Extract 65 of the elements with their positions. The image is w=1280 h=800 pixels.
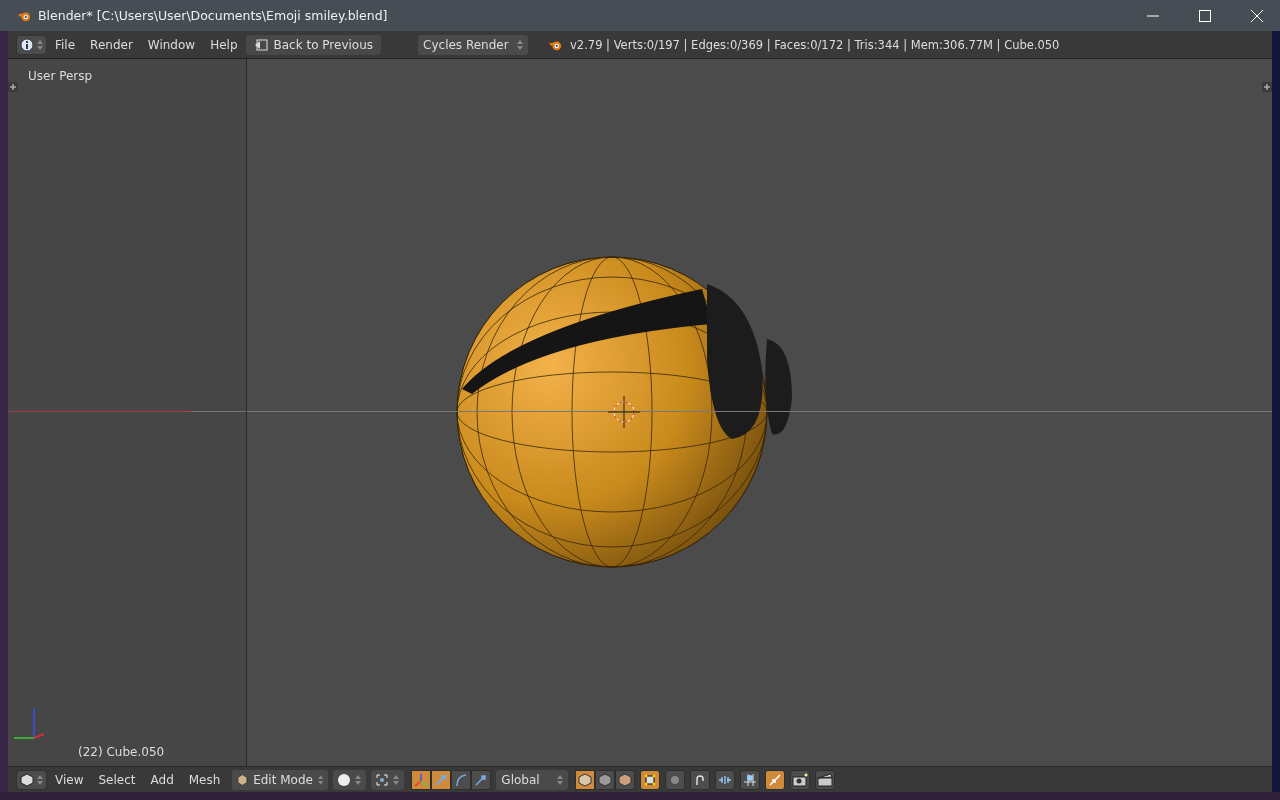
mode-dropdown[interactable]: Edit Mode — [232, 769, 329, 790]
snap-target-toggle[interactable] — [740, 769, 761, 790]
info-icon — [20, 37, 34, 52]
render-engine-dropdown[interactable]: Cycles Render — [418, 34, 529, 55]
close-icon — [1251, 9, 1263, 22]
scale-toggle[interactable] — [471, 769, 492, 790]
clapperboard-button[interactable] — [815, 769, 836, 790]
retopo-toggle[interactable] — [765, 769, 786, 790]
limit-selection-toggle[interactable] — [640, 769, 661, 790]
snap-element-toggle[interactable] — [715, 769, 736, 790]
up-down-arrows-icon — [37, 773, 43, 786]
plus-icon[interactable] — [8, 82, 18, 92]
menu-item[interactable]: File — [48, 35, 83, 54]
menu-item[interactable]: Select — [91, 770, 143, 789]
face-select-toggle[interactable] — [615, 769, 636, 790]
menu-item[interactable]: View — [48, 770, 91, 789]
camera-render-button[interactable] — [790, 769, 811, 790]
cube-icon — [20, 772, 34, 787]
square-vertices-icon — [643, 772, 658, 787]
cube-icon — [578, 772, 593, 787]
menu-item[interactable]: Add — [143, 770, 181, 789]
up-down-arrows-icon — [517, 38, 524, 51]
menu-item[interactable]: Help — [203, 35, 245, 54]
object-label: (22) Cube.050 — [78, 745, 165, 759]
shading-dropdown[interactable] — [333, 769, 367, 790]
vertex-select-toggle[interactable] — [575, 769, 596, 790]
edge-select-toggle[interactable] — [595, 769, 616, 790]
translate-toggle[interactable] — [431, 769, 452, 790]
minimize-icon — [1147, 14, 1159, 17]
cube-icon — [598, 772, 613, 787]
view-name-label: User Persp — [28, 69, 93, 83]
scale-icon — [474, 772, 489, 787]
clapperboard-icon — [817, 772, 834, 787]
axes-icon — [414, 772, 429, 787]
menu-item[interactable]: Render — [83, 35, 140, 54]
magnet-toggle[interactable] — [690, 769, 711, 790]
editor-type-button[interactable] — [16, 34, 47, 55]
manipulator-toggle[interactable] — [411, 769, 432, 790]
pivot-icon — [376, 773, 389, 786]
menu-item[interactable]: Mesh — [181, 770, 228, 789]
up-down-arrows-icon — [37, 38, 43, 51]
scene-stats: v2.79 | Verts:0/197 | Edges:0/369 | Faces:0/172 | Tris:344 | Mem:306.77M | Cube.050 — [570, 37, 1060, 52]
mesh-icon — [237, 772, 249, 787]
up-down-arrows-icon — [317, 773, 324, 786]
back-to-previous-button[interactable]: Back to Previous — [245, 34, 382, 55]
arrow-icon — [434, 772, 449, 787]
up-down-arrows-icon — [393, 773, 400, 786]
window-title: Blender* [C:\Users\User\Documents\Emoji smiley.blend] — [38, 8, 388, 23]
grid-icon — [743, 772, 758, 787]
menu-item[interactable]: Window — [140, 35, 203, 54]
camera-icon — [792, 772, 809, 787]
rotate-toggle[interactable] — [451, 769, 472, 790]
up-down-arrows-icon — [355, 773, 362, 786]
up-down-arrows-icon — [557, 773, 564, 786]
arrows-icon — [768, 772, 783, 787]
proportional-toggle[interactable] — [665, 769, 686, 790]
maximize-icon — [1199, 9, 1211, 22]
plus-icon[interactable] — [1262, 82, 1272, 92]
arc-icon — [454, 772, 469, 787]
editor-type-button[interactable] — [16, 769, 47, 790]
sphere-icon — [338, 773, 351, 786]
cube-icon — [618, 772, 633, 787]
3d-cursor-icon — [606, 394, 642, 430]
orientation-dropdown[interactable]: Global — [496, 769, 569, 790]
pivot-dropdown[interactable] — [371, 769, 405, 790]
